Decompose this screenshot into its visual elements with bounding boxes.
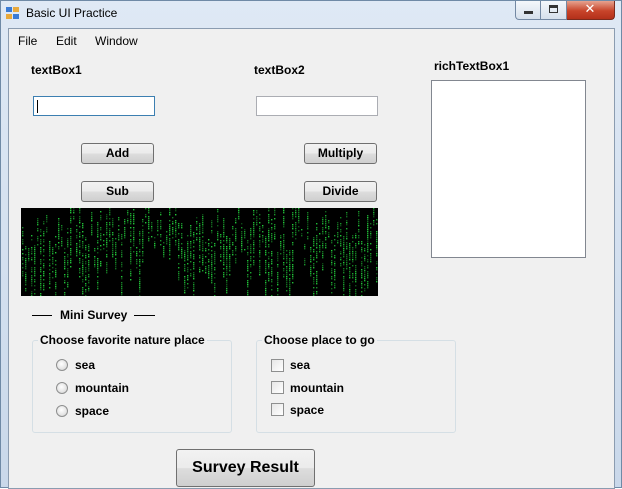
maximize-icon bbox=[549, 5, 558, 13]
survey-divider-left bbox=[32, 315, 52, 316]
menu-window[interactable]: Window bbox=[95, 34, 138, 48]
checkbox-sea[interactable] bbox=[271, 359, 284, 372]
matrix-rain-graphic bbox=[22, 208, 378, 296]
rich-textbox[interactable] bbox=[431, 80, 586, 258]
minimize-button[interactable] bbox=[515, 1, 541, 20]
richtextbox-label: richTextBox1 bbox=[434, 59, 510, 73]
checkbox-mountain-label[interactable]: mountain bbox=[290, 381, 344, 395]
radio-space[interactable] bbox=[56, 405, 68, 417]
radio-sea-label[interactable]: sea bbox=[75, 358, 95, 372]
minimize-icon bbox=[524, 11, 533, 14]
radio-mountain-label[interactable]: mountain bbox=[75, 381, 129, 395]
mini-survey-label: Mini Survey bbox=[60, 308, 128, 322]
survey-result-button[interactable]: Survey Result bbox=[176, 449, 315, 487]
app-icon bbox=[6, 7, 20, 20]
menu-edit[interactable]: Edit bbox=[56, 34, 77, 48]
menu-file[interactable]: File bbox=[18, 34, 37, 48]
checkbox-sea-label[interactable]: sea bbox=[290, 358, 310, 372]
textbox2-input[interactable] bbox=[256, 96, 378, 116]
menu-bar: File Edit Window bbox=[9, 29, 614, 53]
radio-mountain[interactable] bbox=[56, 382, 68, 394]
radio-sea[interactable] bbox=[56, 359, 68, 371]
textbox1-label: textBox1 bbox=[31, 63, 82, 77]
checkbox-space[interactable] bbox=[271, 403, 284, 416]
close-button[interactable]: ✕ bbox=[567, 1, 615, 20]
divide-button[interactable]: Divide bbox=[304, 181, 377, 202]
radio-space-label[interactable]: space bbox=[75, 404, 109, 418]
matrix-rain-image bbox=[21, 208, 378, 296]
nature-place-groupbox: Choose favorite nature place sea mountai… bbox=[32, 333, 232, 433]
title-bar[interactable]: Basic UI Practice ✕ bbox=[1, 1, 621, 27]
survey-divider-right bbox=[134, 315, 155, 316]
textbox2-label: textBox2 bbox=[254, 63, 305, 77]
maximize-button[interactable] bbox=[541, 1, 567, 20]
place-to-go-groupbox: Choose place to go sea mountain space bbox=[256, 333, 456, 433]
window-controls: ✕ bbox=[515, 1, 617, 20]
group1-title: Choose favorite nature place bbox=[38, 333, 207, 347]
sub-button[interactable]: Sub bbox=[81, 181, 154, 202]
form-client-area: File Edit Window textBox1 textBox2 richT… bbox=[8, 28, 615, 489]
app-window: Basic UI Practice ✕ File Edit Window tex… bbox=[0, 0, 622, 489]
add-button[interactable]: Add bbox=[81, 143, 154, 164]
textbox1-input[interactable] bbox=[33, 96, 155, 116]
checkbox-space-label[interactable]: space bbox=[290, 403, 324, 417]
multiply-button[interactable]: Multiply bbox=[304, 143, 377, 164]
checkbox-mountain[interactable] bbox=[271, 381, 284, 394]
close-icon: ✕ bbox=[584, 2, 596, 17]
text-caret bbox=[37, 100, 38, 113]
group2-title: Choose place to go bbox=[262, 333, 377, 347]
window-title: Basic UI Practice bbox=[26, 6, 118, 20]
